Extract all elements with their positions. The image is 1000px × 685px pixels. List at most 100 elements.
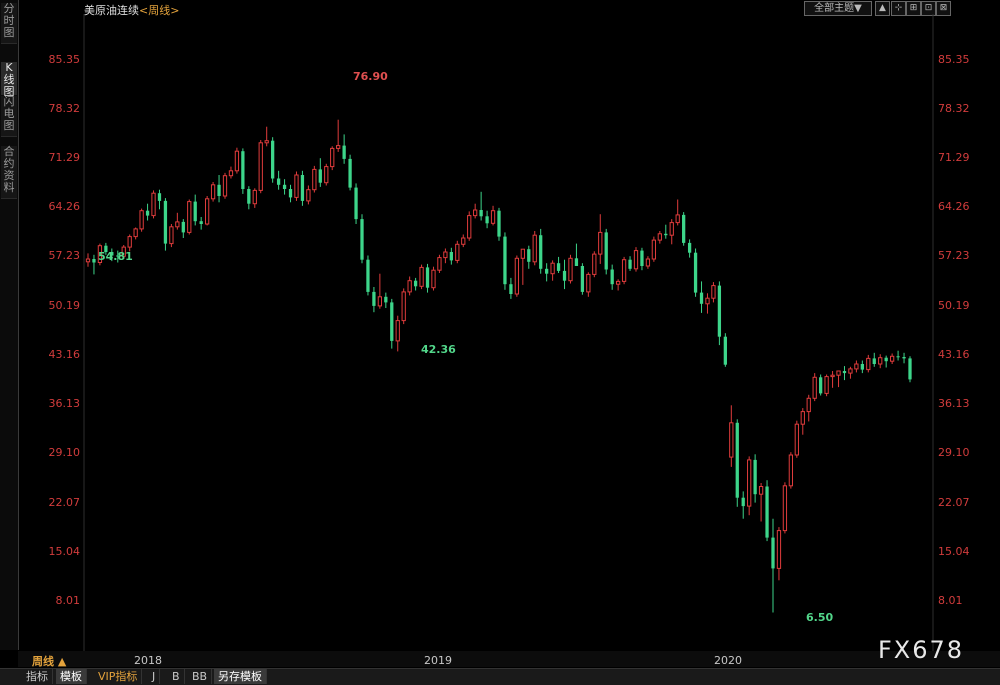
candle-body (395, 320, 400, 342)
candle (473, 203, 478, 219)
candle (682, 212, 686, 246)
candle (836, 370, 841, 388)
candle-body (490, 210, 496, 224)
candle (467, 211, 472, 241)
annotation-high-2018: 76.90 (353, 70, 388, 83)
candle (461, 234, 466, 248)
candle-body (664, 233, 668, 236)
candle-body (258, 142, 263, 191)
candle (193, 194, 197, 226)
candle (633, 247, 639, 272)
candlestick-chart[interactable] (0, 0, 1000, 684)
candle (640, 247, 644, 271)
candle (437, 254, 442, 273)
candle-body (628, 259, 632, 269)
candle-body (181, 221, 185, 233)
candle (318, 158, 322, 187)
candle-body (908, 358, 912, 380)
candle-body (360, 219, 364, 260)
candle (479, 191, 483, 221)
candle (157, 189, 162, 210)
tab-indicator[interactable]: 指标 (22, 669, 53, 684)
candle-body (455, 243, 460, 261)
candle (288, 184, 293, 203)
candle (782, 482, 788, 534)
candle (532, 231, 537, 266)
candle (204, 196, 210, 226)
candle (282, 179, 287, 195)
candle (854, 360, 859, 373)
candle (252, 188, 257, 208)
candle (711, 282, 716, 303)
candle-body (92, 259, 96, 263)
candle (645, 256, 651, 269)
candle-body (682, 214, 686, 243)
candle (550, 260, 555, 281)
candle-body (598, 231, 603, 255)
candle-body (699, 292, 704, 304)
candle (490, 205, 496, 226)
period-label[interactable]: 周线 ▲ (32, 653, 66, 669)
candle-body (580, 266, 585, 292)
candle (276, 170, 281, 190)
candle (413, 277, 418, 291)
candle-body (384, 296, 388, 303)
tab-save-template[interactable]: 另存模板 (214, 669, 267, 684)
candle (586, 272, 591, 297)
candle (419, 264, 424, 290)
tab-j[interactable]: J (148, 669, 161, 684)
candle (514, 255, 520, 297)
candle-body (771, 537, 775, 569)
candle (509, 277, 513, 299)
candle (455, 240, 460, 264)
candle (562, 259, 567, 290)
annotation-low-2018: 42.36 (421, 343, 456, 356)
candle-body (860, 364, 864, 370)
candle-body (252, 189, 257, 205)
candle (753, 454, 757, 503)
candle (425, 263, 430, 293)
tab-bb[interactable]: BB (188, 669, 213, 684)
candle-body (151, 192, 156, 217)
tab-template[interactable]: 模板 (56, 669, 87, 684)
candle-body (902, 357, 906, 359)
candle (705, 293, 710, 314)
candle (395, 315, 400, 352)
candle-body (669, 222, 674, 236)
candle-body (794, 423, 799, 456)
candle (860, 360, 864, 374)
candle (199, 217, 203, 230)
candle (806, 394, 811, 422)
candle-body (390, 302, 394, 341)
candle-body (753, 459, 757, 495)
candle-body (830, 374, 835, 378)
candle-body (633, 250, 639, 270)
candle (366, 255, 370, 296)
candle (687, 239, 692, 258)
candle (222, 172, 228, 199)
candle-body (163, 200, 168, 244)
candle (669, 219, 674, 245)
candle (336, 119, 341, 152)
candle-body (366, 259, 370, 292)
candle (139, 208, 144, 232)
candle-body (604, 232, 608, 270)
candle-body (711, 285, 716, 299)
candle (312, 165, 317, 193)
tab-b[interactable]: B (168, 669, 185, 684)
candle (699, 281, 704, 313)
x-tick-2020: 2020 (714, 654, 742, 667)
candle-body (306, 189, 311, 202)
candle-body (348, 158, 352, 188)
candle (842, 366, 847, 381)
tab-vip-indicator[interactable]: VIP指标 (94, 669, 143, 684)
candle (187, 199, 192, 235)
candle (133, 227, 138, 240)
candle-body (568, 257, 573, 282)
candle-body (312, 168, 317, 191)
candle (401, 288, 406, 325)
candle (794, 420, 799, 458)
candle (342, 134, 346, 164)
candle-body (145, 210, 150, 216)
candle-body (461, 237, 466, 245)
